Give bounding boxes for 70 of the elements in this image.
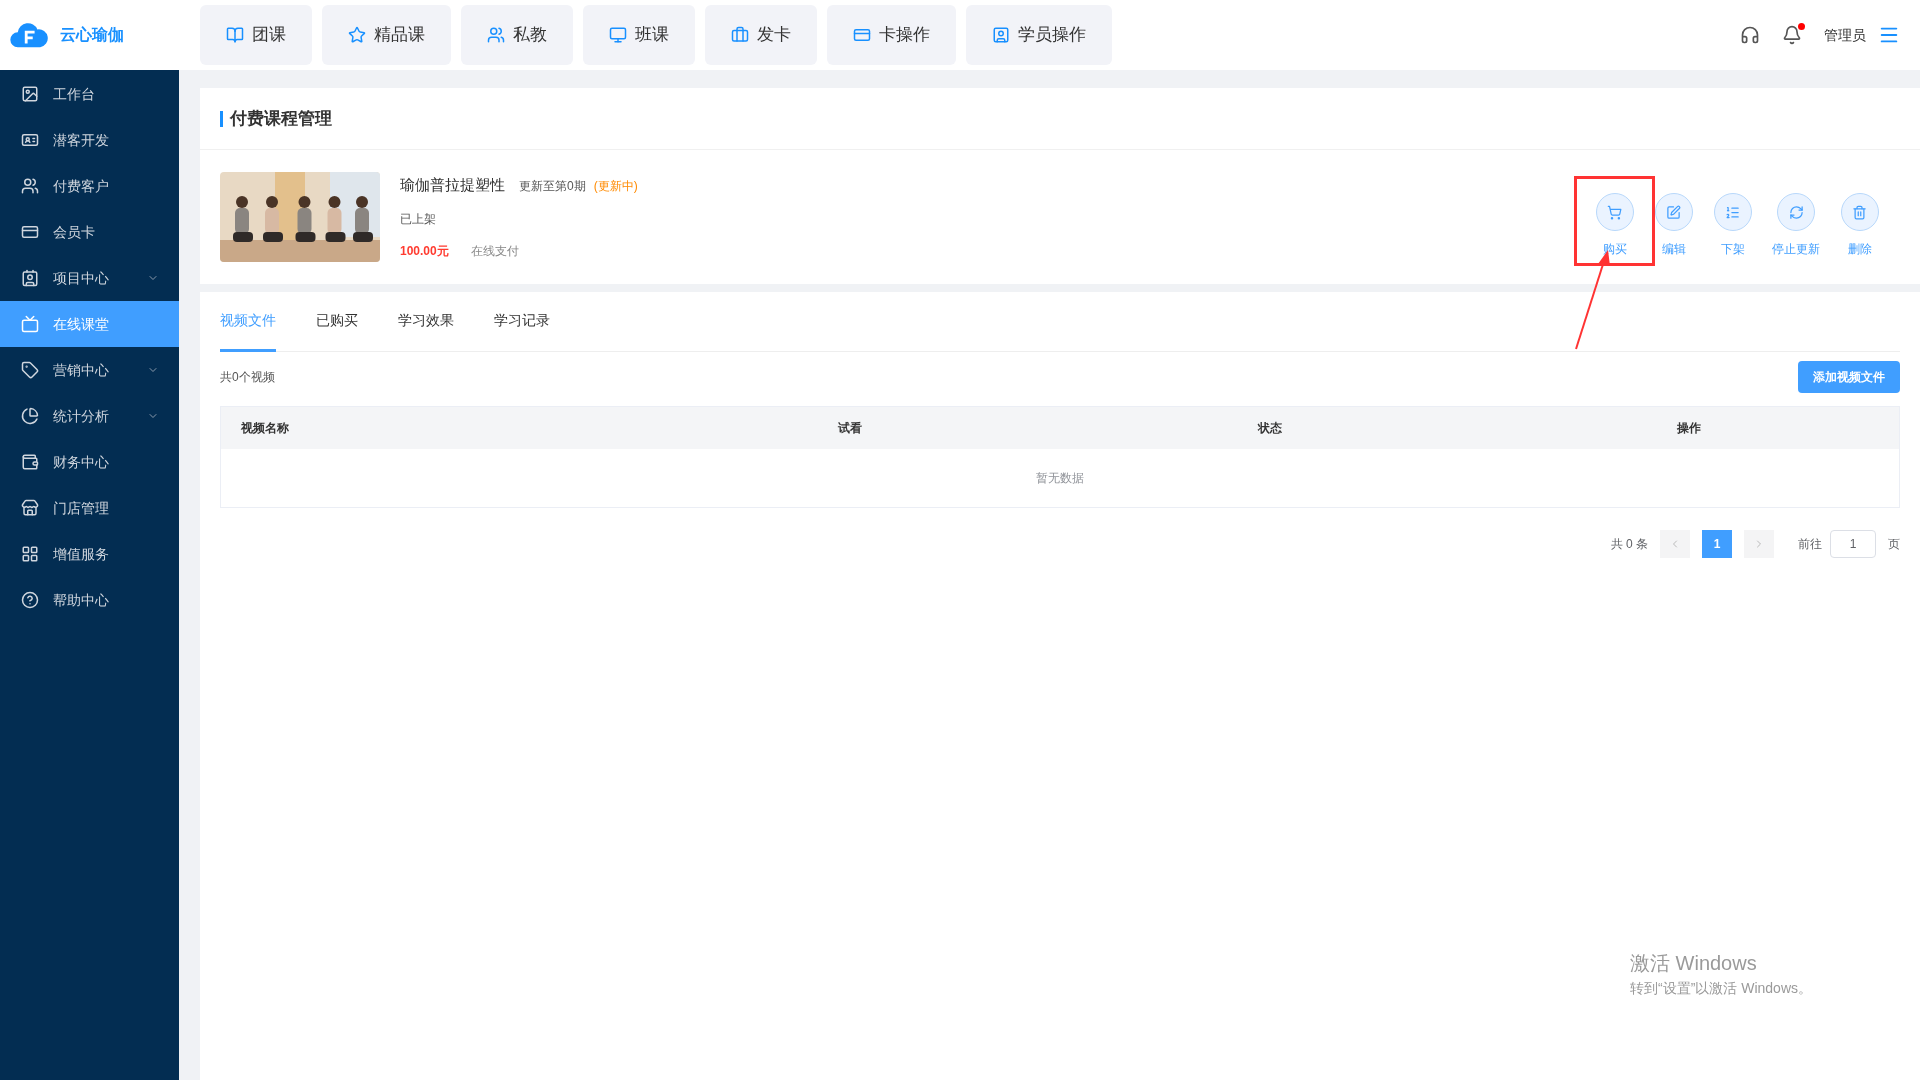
cart-icon xyxy=(1607,204,1622,220)
tab[interactable]: 已购买 xyxy=(316,292,358,352)
briefcase-icon xyxy=(731,26,749,44)
page-input[interactable]: 1 xyxy=(1830,530,1876,558)
price: 100.00元 xyxy=(400,243,449,261)
edit-icon xyxy=(1666,204,1681,220)
column-header: 视频名称 xyxy=(240,420,290,437)
brand-name: 云心瑜伽 xyxy=(60,25,124,45)
nav-button[interactable]: 精品课 xyxy=(322,5,451,65)
sidebar-item[interactable]: 统计分析 xyxy=(0,393,179,439)
goto-label: 前往 xyxy=(1798,536,1822,553)
card-icon xyxy=(21,223,39,241)
star-icon xyxy=(348,26,366,44)
users-icon xyxy=(21,177,39,195)
cloud-logo-icon xyxy=(10,21,48,49)
sidebar-item[interactable]: 财务中心 xyxy=(0,439,179,485)
sidebar-item[interactable]: 营销中心 xyxy=(0,347,179,393)
column-header: 状态 xyxy=(1256,420,1283,437)
contact-icon xyxy=(21,269,39,287)
activation-subtitle: 转到“设置”以激活 Windows。 xyxy=(1630,979,1813,998)
users-icon xyxy=(487,26,505,44)
sidebar-item[interactable]: 潜客开发 xyxy=(0,117,179,163)
headset-icon[interactable] xyxy=(1740,25,1760,45)
trash-icon xyxy=(1852,204,1867,220)
total-count: 共 0 条 xyxy=(1610,536,1648,553)
tab[interactable]: 学习记录 xyxy=(494,292,550,352)
payment-method: 在线支付 xyxy=(470,243,519,261)
nav-button[interactable]: 发卡 xyxy=(705,5,817,65)
sidebar-item[interactable]: 工作台 xyxy=(0,71,179,117)
user-icon xyxy=(992,26,1010,44)
nav-button[interactable]: 团课 xyxy=(200,5,312,65)
grid-icon xyxy=(21,545,39,563)
pie-chart-icon xyxy=(21,407,39,425)
shelf-status: 已上架 xyxy=(400,211,437,229)
sidebar-item[interactable]: 会员卡 xyxy=(0,209,179,255)
sidebar-item[interactable]: 项目中心 xyxy=(0,255,179,301)
list-icon xyxy=(1725,204,1740,220)
sidebar-item[interactable]: 门店管理 xyxy=(0,485,179,531)
nav-button[interactable]: 学员操作 xyxy=(966,5,1112,65)
page-suffix: 页 xyxy=(1888,536,1900,553)
sidebar-item[interactable]: 增值服务 xyxy=(0,531,179,577)
update-status: (更新中) xyxy=(593,177,638,195)
id-card-icon xyxy=(21,131,39,149)
activation-title: 激活 Windows xyxy=(1630,951,1758,976)
column-header: 操作 xyxy=(1676,420,1703,437)
sidebar-item[interactable]: 帮助中心 xyxy=(0,577,179,623)
sidebar-item[interactable]: 付费客户 xyxy=(0,163,179,209)
monitor-icon xyxy=(609,26,627,44)
video-count: 共0个视频 xyxy=(220,369,275,386)
nav-button[interactable]: 班课 xyxy=(583,5,695,65)
title-bar-icon xyxy=(220,110,223,127)
notification-icon[interactable] xyxy=(1782,25,1802,45)
store-icon xyxy=(21,499,39,517)
tag-icon xyxy=(21,361,39,379)
card-icon xyxy=(853,26,871,44)
book-icon xyxy=(226,26,244,44)
course-title: 瑜伽普拉提塑性 xyxy=(400,174,505,195)
nav-button[interactable]: 卡操作 xyxy=(827,5,956,65)
page-title: 付费课程管理 xyxy=(230,107,332,130)
nav-button[interactable]: 私教 xyxy=(461,5,573,65)
tab[interactable]: 学习效果 xyxy=(398,292,454,352)
help-icon xyxy=(21,591,39,609)
update-info: 更新至第0期 xyxy=(519,177,586,195)
empty-message: 暂无数据 xyxy=(1036,470,1084,487)
picture-icon xyxy=(21,85,39,103)
column-header: 试看 xyxy=(837,420,864,437)
wallet-icon xyxy=(21,453,39,471)
user-name[interactable]: 管理员 xyxy=(1824,24,1866,46)
tv-icon xyxy=(21,315,39,333)
refresh-icon xyxy=(1788,204,1804,220)
